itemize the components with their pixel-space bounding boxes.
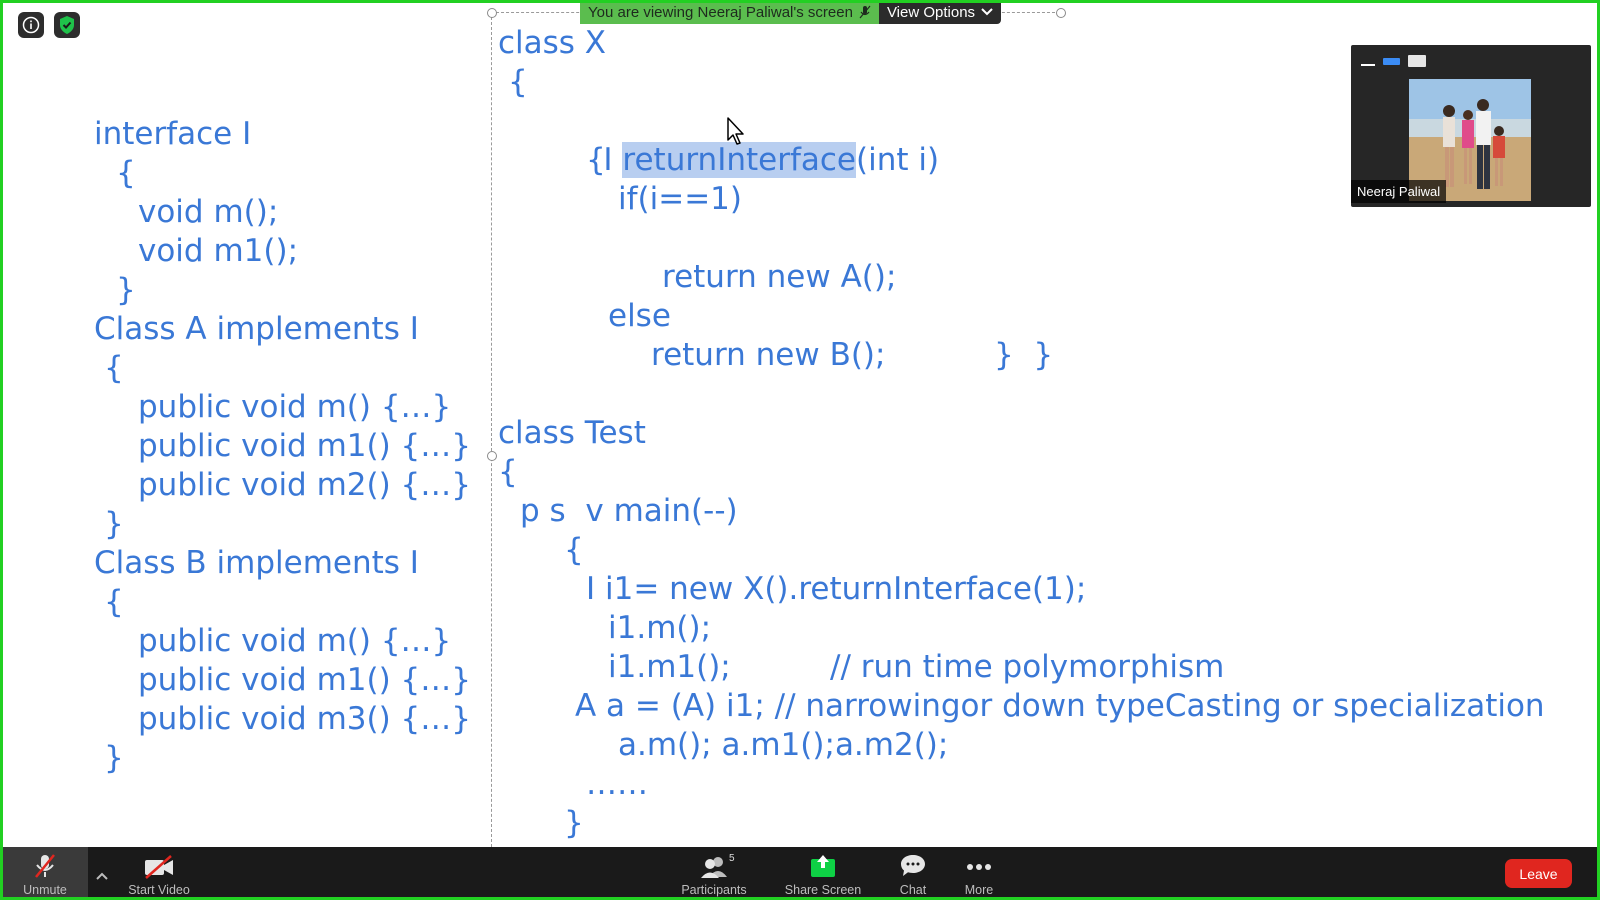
code-line: public void m() {…} (138, 623, 452, 659)
resize-handle[interactable] (1056, 8, 1066, 18)
code-line: …… (586, 766, 648, 802)
code-line: } (104, 506, 124, 542)
code-line: void m(); (138, 194, 279, 230)
code-line: if(i==1) (618, 181, 742, 217)
audio-options-chevron[interactable] (96, 867, 108, 885)
start-video-button[interactable]: Start Video (122, 847, 196, 900)
mic-muted-icon (35, 854, 55, 878)
viewing-label: You are viewing Neeraj Paliwal's screen (588, 3, 853, 21)
gallery-view-icon[interactable] (1408, 55, 1426, 67)
more-label: More (964, 883, 994, 897)
code-line: { (586, 142, 606, 178)
selection-guide-left (491, 12, 492, 847)
code-line: a.m(); a.m1();a.m2(); (618, 727, 949, 763)
chat-button[interactable]: Chat (895, 847, 931, 900)
participant-name-label: Neeraj Paliwal (1351, 180, 1447, 203)
code-line: { (104, 350, 124, 386)
unmute-label: Unmute (23, 883, 67, 897)
viewing-indicator: You are viewing Neeraj Paliwal's screen (580, 0, 879, 24)
minimize-icon[interactable] (1361, 64, 1375, 66)
meeting-info-icon[interactable] (18, 12, 44, 38)
mouse-cursor-icon (727, 117, 744, 145)
mic-muted-icon (859, 5, 871, 19)
code-line: { (498, 454, 518, 490)
more-button[interactable]: More (959, 847, 999, 900)
code-line: } } (994, 337, 1054, 373)
code-line: void m1(); (138, 233, 299, 269)
code-line: return new B(); (651, 337, 886, 373)
code-line: { (564, 532, 584, 568)
code-line: public void m1() {…} (138, 662, 471, 698)
thumbnail-controls (1361, 55, 1426, 67)
code-line: public void m2() {…} (138, 467, 471, 503)
code-line: else (608, 298, 671, 334)
meeting-toolbar: Unmute Start Video Participants 5 Share … (0, 847, 1600, 900)
code-token: I (603, 142, 623, 178)
selected-text: returnInterface (622, 142, 856, 178)
chevron-up-icon (96, 872, 108, 880)
code-line: } (116, 272, 136, 308)
code-line: public void m3() {…} (138, 701, 471, 737)
unmute-button[interactable]: Unmute (2, 847, 88, 900)
code-line: { (508, 64, 528, 100)
code-line: I i1= new X().returnInterface(1); (586, 571, 1087, 607)
meeting-status-icons (18, 12, 80, 38)
leave-label: Leave (1519, 865, 1558, 882)
chat-icon (901, 855, 925, 876)
participant-video-thumbnail[interactable]: Neeraj Paliwal (1351, 45, 1591, 207)
participants-count-badge: 5 (729, 853, 735, 864)
view-options-label: View Options (886, 3, 976, 21)
participants-label: Participants (681, 883, 747, 897)
screen-share-banner: You are viewing Neeraj Paliwal's screen … (580, 0, 1002, 24)
share-screen-icon (811, 855, 835, 877)
code-line: { (116, 155, 136, 191)
code-line: } (104, 740, 124, 776)
code-line: p s v main(--) (520, 493, 738, 529)
code-line: { (104, 584, 124, 620)
code-line: public void m1() {…} (138, 428, 471, 464)
encryption-shield-icon[interactable] (54, 12, 80, 38)
share-screen-label: Share Screen (784, 883, 862, 897)
speaker-view-icon[interactable] (1383, 57, 1400, 65)
leave-button[interactable]: Leave (1505, 859, 1572, 888)
code-line: i1.m(); (608, 610, 712, 646)
video-off-icon (145, 855, 173, 879)
participants-button[interactable]: Participants (678, 847, 750, 900)
resize-handle[interactable] (487, 8, 497, 18)
code-line: class X (498, 25, 607, 61)
resize-handle[interactable] (487, 451, 497, 461)
code-line: i1.m1(); (608, 649, 731, 685)
code-line: Class B implements I (94, 545, 419, 581)
chat-label: Chat (899, 883, 927, 897)
chevron-down-icon (981, 8, 993, 16)
code-line: A a = (A) i1; // narrowingor down typeCa… (575, 688, 1545, 724)
code-line: // run time polymorphism (830, 649, 1225, 685)
view-options-button[interactable]: View Options (878, 0, 1002, 24)
code-token: (int i) (856, 142, 940, 178)
code-line: public void m() {…} (138, 389, 452, 425)
more-icon (967, 864, 991, 870)
code-line: class Test (498, 415, 646, 451)
code-line: } (564, 805, 584, 841)
code-line: interface I (94, 116, 252, 152)
share-screen-button[interactable]: Share Screen (782, 847, 864, 900)
start-video-label: Start Video (128, 883, 190, 897)
participants-icon (701, 857, 727, 878)
code-line: Class A implements I (94, 311, 419, 347)
code-line: return new A(); (662, 259, 897, 295)
